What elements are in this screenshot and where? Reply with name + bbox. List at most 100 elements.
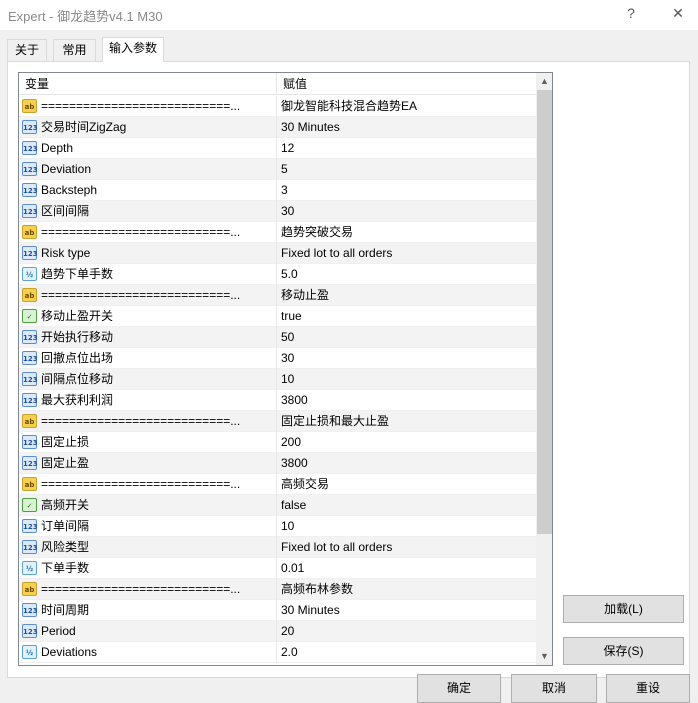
parameter-value[interactable]: 2.0 — [281, 642, 533, 663]
tab-about[interactable]: 关于 — [7, 39, 47, 61]
column-divider — [276, 369, 277, 390]
integer-type-icon: 123 — [22, 456, 38, 470]
integer-type-icon: 123 — [22, 183, 38, 197]
table-row[interactable]: 123 风险类型 Fixed lot to all orders — [19, 537, 536, 558]
integer-type-icon: 123 — [22, 372, 38, 386]
parameters-grid[interactable]: 变量 赋值 ab ===========================... 御龙… — [18, 72, 553, 666]
table-row[interactable]: ab ===========================... 高频交易 — [19, 474, 536, 495]
double-type-icon: ½ — [22, 561, 37, 575]
table-row[interactable]: ab ===========================... 高频布林参数 — [19, 579, 536, 600]
double-type-icon: ½ — [22, 645, 37, 659]
table-row[interactable]: 123 回撤点位出场 30 — [19, 348, 536, 369]
parameter-value[interactable]: 0.01 — [281, 558, 533, 579]
table-row[interactable]: 123 订单间隔 10 — [19, 516, 536, 537]
table-row[interactable]: ✓ 高频开关 false — [19, 495, 536, 516]
parameter-value[interactable]: 50 — [281, 327, 533, 348]
tab-inputs[interactable]: 输入参数 — [102, 37, 164, 62]
parameter-name: ===========================... — [41, 414, 241, 428]
parameter-value[interactable]: 5.0 — [281, 264, 533, 285]
table-row[interactable]: 123 开始执行移动 50 — [19, 327, 536, 348]
table-row[interactable]: ab ===========================... 御龙智能科技混合… — [19, 96, 536, 117]
parameter-name: Period — [41, 624, 76, 638]
title-bar: Expert - 御龙趋势v4.1 M30 ? ✕ — [0, 0, 698, 30]
column-divider — [276, 159, 277, 180]
double-type-icon: ½ — [22, 267, 37, 281]
parameter-name: 区间间隔 — [41, 204, 90, 218]
parameter-name: ===========================... — [41, 582, 241, 596]
cancel-button[interactable]: 取消 — [511, 674, 597, 703]
table-row[interactable]: ✓ 移动止盈开关 true — [19, 306, 536, 327]
column-divider — [276, 516, 277, 537]
parameter-value[interactable]: 30 Minutes — [281, 117, 533, 138]
scroll-down-icon[interactable]: ▼ — [536, 648, 552, 665]
parameter-value[interactable]: 御龙智能科技混合趋势EA — [281, 96, 533, 117]
parameter-value[interactable]: 30 — [281, 348, 533, 369]
table-row[interactable]: 123 Depth 12 — [19, 138, 536, 159]
table-row[interactable]: ½ 下单手数 0.01 — [19, 558, 536, 579]
table-row[interactable]: 123 Deviation 5 — [19, 159, 536, 180]
parameter-name: 交易时间ZigZag — [41, 120, 127, 134]
scroll-up-icon[interactable]: ▲ — [536, 73, 552, 90]
table-row[interactable]: 123 Risk type Fixed lot to all orders — [19, 243, 536, 264]
parameter-value[interactable]: 固定止损和最大止盈 — [281, 411, 533, 432]
column-divider — [276, 264, 277, 285]
reset-button[interactable]: 重设 — [606, 674, 690, 703]
table-row[interactable]: ½ 趋势下单手数 5.0 — [19, 264, 536, 285]
parameter-name: ===========================... — [41, 288, 241, 302]
table-row[interactable]: 123 间隔点位移动 10 — [19, 369, 536, 390]
parameter-value[interactable]: 趋势突破交易 — [281, 222, 533, 243]
parameter-value[interactable]: Fixed lot to all orders — [281, 243, 533, 264]
table-row[interactable]: 123 时间周期 30 Minutes — [19, 600, 536, 621]
string-type-icon: ab — [22, 99, 37, 113]
parameter-value[interactable]: false — [281, 495, 533, 516]
column-divider — [276, 474, 277, 495]
parameter-value[interactable]: 高频交易 — [281, 474, 533, 495]
parameter-value[interactable]: 30 — [281, 201, 533, 222]
table-row[interactable]: ab ===========================... 固定止损和最大止… — [19, 411, 536, 432]
parameter-value[interactable]: 200 — [281, 432, 533, 453]
close-button[interactable]: ✕ — [663, 2, 693, 24]
table-row[interactable]: 123 固定止盈 3800 — [19, 453, 536, 474]
integer-type-icon: 123 — [22, 330, 38, 344]
integer-type-icon: 123 — [22, 519, 38, 533]
parameter-value[interactable]: 20 — [281, 621, 533, 642]
parameter-value[interactable]: 5 — [281, 159, 533, 180]
table-row[interactable]: 123 区间间隔 30 — [19, 201, 536, 222]
header-value[interactable]: 赋值 — [277, 73, 536, 95]
parameter-value[interactable]: 3800 — [281, 390, 533, 411]
parameter-value[interactable]: 3 — [281, 180, 533, 201]
parameter-value[interactable]: 30 Minutes — [281, 600, 533, 621]
column-divider — [276, 243, 277, 264]
table-row[interactable]: 123 固定止损 200 — [19, 432, 536, 453]
table-row[interactable]: 123 最大获利利润 3800 — [19, 390, 536, 411]
integer-type-icon: 123 — [22, 204, 38, 218]
parameter-name: 时间周期 — [41, 603, 90, 617]
parameter-name: Risk type — [41, 246, 91, 260]
parameter-value[interactable]: 移动止盈 — [281, 285, 533, 306]
load-button[interactable]: 加载(L) — [563, 595, 684, 623]
table-row[interactable]: 123 Period 20 — [19, 621, 536, 642]
table-row[interactable]: ½ Deviations 2.0 — [19, 642, 536, 663]
vertical-scrollbar[interactable]: ▲ ▼ — [536, 73, 552, 665]
parameter-value[interactable]: Fixed lot to all orders — [281, 537, 533, 558]
table-row[interactable]: 123 交易时间ZigZag 30 Minutes — [19, 117, 536, 138]
parameter-name: 间隔点位移动 — [41, 372, 114, 386]
header-variable[interactable]: 变量 — [19, 73, 276, 95]
parameter-value[interactable]: 3800 — [281, 453, 533, 474]
parameter-value[interactable]: 12 — [281, 138, 533, 159]
tab-common[interactable]: 常用 — [53, 39, 96, 61]
help-button[interactable]: ? — [616, 2, 646, 24]
column-divider — [276, 390, 277, 411]
parameter-value[interactable]: true — [281, 306, 533, 327]
parameter-value[interactable]: 高频布林参数 — [281, 579, 533, 600]
parameter-value[interactable]: 10 — [281, 516, 533, 537]
scrollbar-thumb[interactable] — [537, 90, 552, 534]
parameter-name: 高频开关 — [41, 498, 90, 512]
table-row[interactable]: ab ===========================... 趋势突破交易 — [19, 222, 536, 243]
ok-button[interactable]: 确定 — [417, 674, 501, 703]
table-row[interactable]: ab ===========================... 移动止盈 — [19, 285, 536, 306]
parameter-value[interactable]: 10 — [281, 369, 533, 390]
save-button[interactable]: 保存(S) — [563, 637, 684, 665]
column-divider — [276, 327, 277, 348]
table-row[interactable]: 123 Backsteph 3 — [19, 180, 536, 201]
